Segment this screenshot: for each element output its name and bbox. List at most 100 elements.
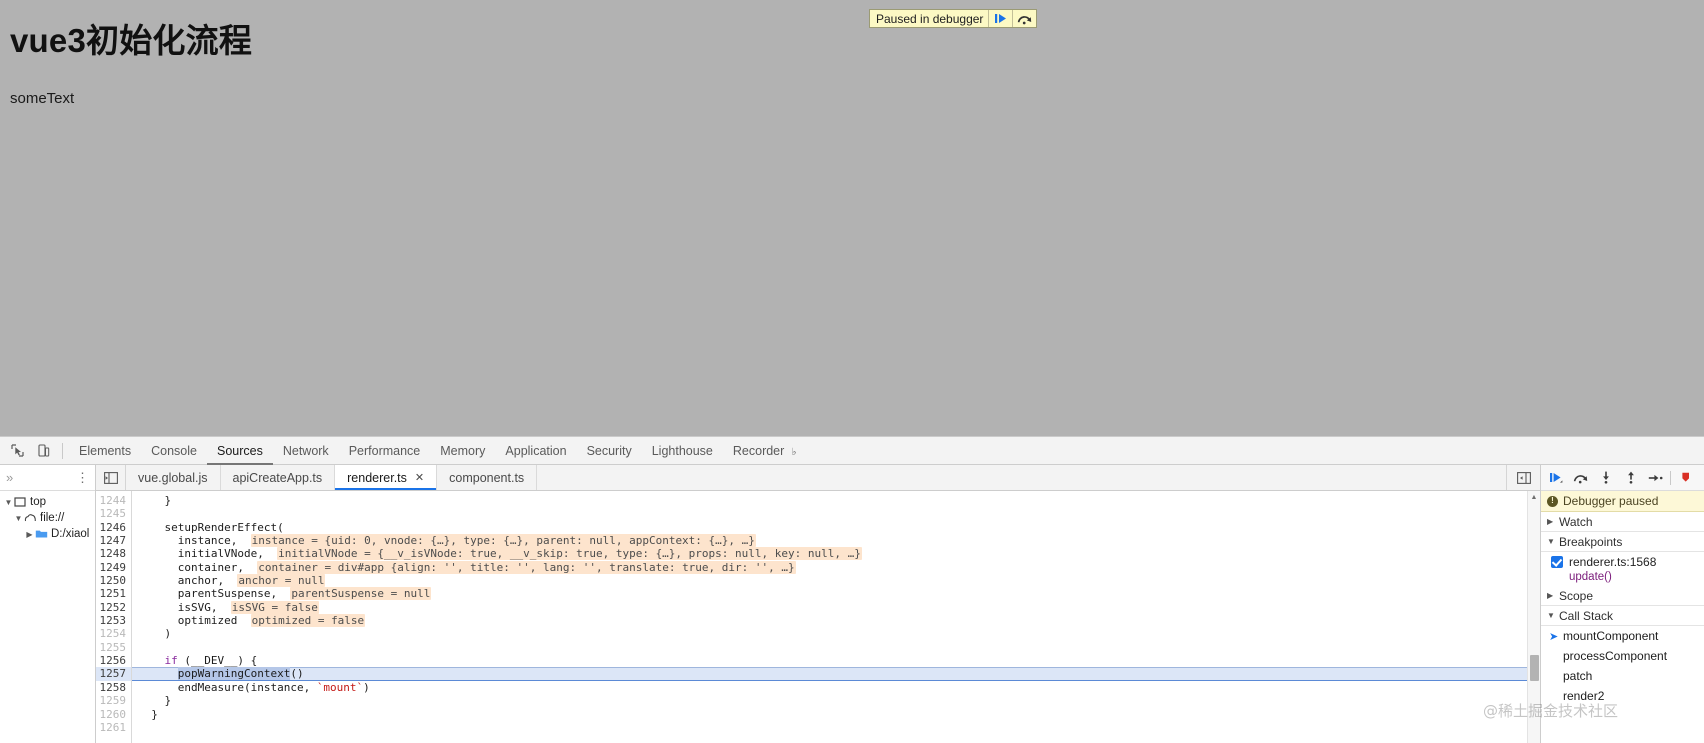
file-tab-vue-global-js[interactable]: vue.global.js: [126, 465, 221, 490]
tab-network[interactable]: Network: [273, 437, 339, 465]
line-number[interactable]: 1244: [96, 494, 131, 507]
close-icon[interactable]: ✕: [415, 471, 424, 484]
page-title: vue3初始化流程: [10, 22, 253, 59]
call-stack-frame-current[interactable]: ➤ mountComponent: [1541, 626, 1704, 646]
code-line[interactable]: [132, 721, 1540, 734]
section-twisty[interactable]: ▼: [1547, 537, 1559, 546]
tab-performance[interactable]: Performance: [339, 437, 431, 465]
tab-console[interactable]: Console: [141, 437, 207, 465]
line-number[interactable]: 1252: [96, 601, 131, 614]
section-watch[interactable]: ▶ Watch: [1541, 512, 1704, 532]
code-line[interactable]: anchor, anchor = null: [132, 574, 1540, 588]
breakpoint-item[interactable]: renderer.ts:1568 update(): [1541, 552, 1704, 586]
line-number[interactable]: 1257: [96, 667, 131, 681]
code-line[interactable]: endMeasure(instance, `mount`): [132, 681, 1540, 694]
code-line[interactable]: optimized optimized = false: [132, 614, 1540, 628]
device-toolbar-icon[interactable]: [30, 438, 56, 464]
step-over-icon[interactable]: [1012, 10, 1036, 27]
editor-column: vue.global.js apiCreateApp.ts renderer.t…: [96, 465, 1540, 743]
code-line[interactable]: setupRenderEffect(: [132, 521, 1540, 534]
section-scope[interactable]: ▶ Scope: [1541, 586, 1704, 606]
code-line[interactable]: [132, 507, 1540, 520]
tab-recorder[interactable]: Recorder ♭: [723, 437, 807, 465]
line-number[interactable]: 1260: [96, 708, 131, 721]
tree-twisty[interactable]: ▼: [3, 498, 14, 507]
tab-security[interactable]: Security: [577, 437, 642, 465]
line-number[interactable]: 1254: [96, 627, 131, 640]
line-number[interactable]: 1251: [96, 587, 131, 600]
line-number[interactable]: 1249: [96, 561, 131, 574]
line-number[interactable]: 1246: [96, 521, 131, 534]
code-line[interactable]: ): [132, 627, 1540, 640]
more-options-icon[interactable]: ⋮: [76, 471, 89, 484]
file-tab-component-ts[interactable]: component.ts: [437, 465, 538, 490]
debugger-toggle-icon[interactable]: [1506, 465, 1540, 490]
file-tab-renderer-ts[interactable]: renderer.ts ✕: [335, 465, 438, 490]
editor-scrollbar[interactable]: ▲: [1527, 491, 1540, 743]
breakpoint-checkbox[interactable]: [1551, 556, 1563, 568]
code-line[interactable]: }: [132, 708, 1540, 721]
code-line[interactable]: container, container = div#app {align: '…: [132, 560, 1540, 574]
line-number[interactable]: 1250: [96, 574, 131, 587]
step-out-of-current-function-icon[interactable]: [1618, 466, 1643, 490]
page-body-text: someText: [10, 90, 75, 107]
tab-application[interactable]: Application: [495, 437, 576, 465]
call-stack-frame[interactable]: ➤ processComponent: [1541, 646, 1704, 666]
code-line[interactable]: parentSuspense, parentSuspense = null: [132, 587, 1540, 601]
call-stack-frame[interactable]: ➤ render2: [1541, 686, 1704, 706]
deactivate-breakpoints-icon[interactable]: [1673, 466, 1698, 490]
code-editor[interactable]: 1244 1245 1246 1247 1248 1249 1250 1251 1252 1253…: [96, 491, 1540, 743]
code-line[interactable]: }: [132, 694, 1540, 707]
tree-item-folder[interactable]: ▶ D:/xiaol: [0, 526, 95, 542]
code-line[interactable]: if (__DEV__) {: [132, 654, 1540, 667]
line-number[interactable]: 1259: [96, 694, 131, 707]
tab-elements[interactable]: Elements: [69, 437, 141, 465]
tree-item-top[interactable]: ▼ top: [0, 494, 95, 510]
line-number[interactable]: 1255: [96, 641, 131, 654]
scrollbar-thumb[interactable]: [1530, 655, 1539, 681]
section-label: Scope: [1559, 588, 1594, 603]
tree-item-label: file://: [40, 512, 65, 524]
line-number[interactable]: 1247: [96, 534, 131, 547]
section-call-stack[interactable]: ▼ Call Stack: [1541, 606, 1704, 626]
code-line[interactable]: instance, instance = {uid: 0, vnode: {…}…: [132, 534, 1540, 548]
line-number[interactable]: 1248: [96, 547, 131, 560]
code-line[interactable]: [132, 641, 1540, 654]
section-label: Watch: [1559, 514, 1593, 529]
resume-icon[interactable]: [988, 10, 1012, 27]
tree-twisty[interactable]: ▼: [13, 514, 24, 523]
file-tab-apicreateapp-ts[interactable]: apiCreateApp.ts: [221, 465, 336, 490]
line-number[interactable]: 1253: [96, 614, 131, 627]
paused-in-debugger-label: Paused in debugger: [876, 11, 984, 26]
step-over-next-function-call-icon[interactable]: [1568, 466, 1593, 490]
info-icon: !: [1547, 495, 1558, 507]
resume-script-execution-icon[interactable]: [1543, 466, 1568, 490]
tree-item-file-protocol[interactable]: ▼ file://: [0, 510, 95, 526]
code-line[interactable]: initialVNode, initialVNode = {__v_isVNod…: [132, 547, 1540, 561]
inspect-element-icon[interactable]: [4, 438, 30, 464]
section-twisty[interactable]: ▶: [1547, 591, 1559, 600]
line-number[interactable]: 1256: [96, 654, 131, 667]
chevron-double-right-icon[interactable]: »: [6, 470, 13, 485]
line-number[interactable]: 1258: [96, 681, 131, 694]
code-lines[interactable]: } setupRenderEffect( instance, instance …: [132, 491, 1540, 743]
tab-sources[interactable]: Sources: [207, 437, 273, 465]
step-icon[interactable]: [1643, 466, 1668, 490]
section-breakpoints[interactable]: ▼ Breakpoints: [1541, 532, 1704, 552]
navigator-toggle-icon[interactable]: [96, 465, 126, 490]
line-number[interactable]: 1261: [96, 721, 131, 734]
section-twisty[interactable]: ▼: [1547, 611, 1559, 620]
step-into-next-function-call-icon[interactable]: [1593, 466, 1618, 490]
tree-twisty[interactable]: ▶: [24, 530, 35, 539]
debugger-toolbar: [1541, 465, 1704, 491]
section-twisty[interactable]: ▶: [1547, 517, 1559, 526]
tab-memory[interactable]: Memory: [430, 437, 495, 465]
code-line[interactable]: }: [132, 494, 1540, 507]
line-number[interactable]: 1245: [96, 507, 131, 520]
code-line[interactable]: isSVG, isSVG = false: [132, 600, 1540, 614]
section-label: Breakpoints: [1559, 534, 1623, 549]
scroll-up-icon[interactable]: ▲: [1528, 491, 1540, 504]
tab-lighthouse[interactable]: Lighthouse: [642, 437, 723, 465]
call-stack-frame[interactable]: ➤ patch: [1541, 666, 1704, 686]
code-line-current[interactable]: popWarningContext(): [132, 667, 1540, 681]
